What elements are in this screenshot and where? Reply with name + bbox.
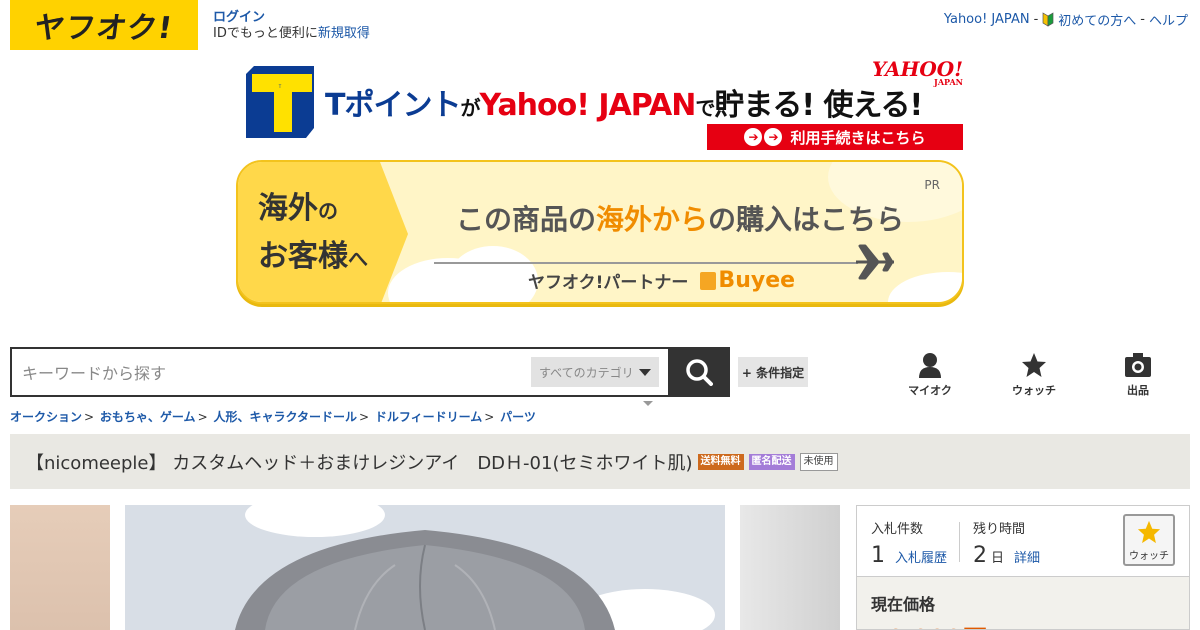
- overseas-main-pre: この商品の: [456, 203, 597, 236]
- partner-row: ヤフオク!パートナー Buyee: [528, 268, 795, 293]
- category-select-label: すべてのカテゴリ: [539, 365, 634, 380]
- item-title-bar: 【nicomeeple】 カスタムヘッド＋おまけレジンアイ DDＨ-01(セミホ…: [10, 434, 1190, 489]
- help-link[interactable]: ヘルプ: [1149, 10, 1188, 29]
- expand-arrow-icon[interactable]: [643, 401, 653, 406]
- bid-count-value: 1: [871, 543, 885, 568]
- overseas-main-highlight: 海外から: [596, 203, 709, 236]
- separator: -: [1033, 12, 1039, 27]
- overseas-main-post: の購入はこちら: [708, 203, 905, 236]
- user-icon: [919, 353, 941, 378]
- partner-label: ヤフオク!パートナー: [528, 273, 689, 293]
- airplane-icon: [856, 244, 894, 280]
- time-left-label: 残り時間: [973, 522, 1026, 537]
- overseas-left-line1: 海外: [258, 191, 318, 226]
- current-price-value: 10,000円: [871, 619, 988, 629]
- tpoint-register-button[interactable]: ➔ ➔ 利用手続きはこちら: [707, 124, 963, 150]
- free-shipping-badge: 送料無料: [697, 453, 744, 470]
- star-icon: [1137, 520, 1161, 544]
- search-input[interactable]: [22, 361, 522, 385]
- overseas-left-line2-small: へ: [348, 247, 368, 271]
- login-link[interactable]: ログイン: [213, 10, 265, 25]
- top-right-links: Yahoo! JAPAN - 初めての方へ - ヘルプ: [944, 10, 1188, 29]
- nav-watch-label: ウォッチ: [1012, 384, 1056, 397]
- nav-myauc[interactable]: マイオク: [900, 352, 960, 398]
- beginner-mark-icon: [1042, 12, 1054, 27]
- search-box: すべてのカテゴリ: [10, 347, 730, 397]
- nav-myauc-label: マイオク: [908, 384, 952, 397]
- login-sub-text: IDでもっと便利に: [213, 26, 318, 41]
- next-image-thumbnail[interactable]: [740, 505, 840, 630]
- watch-button-label: ウォッチ: [1129, 551, 1169, 562]
- breadcrumb-item[interactable]: ドルフィードリーム: [375, 410, 482, 424]
- current-price-label: 現在価格: [871, 595, 936, 614]
- yahoo-japan-link[interactable]: Yahoo! JAPAN: [944, 12, 1030, 27]
- overseas-left-line1-small: の: [318, 199, 338, 223]
- bid-count-label: 入札件数: [871, 522, 924, 537]
- camera-icon: [1125, 353, 1151, 377]
- time-left-unit: 日: [991, 551, 1005, 566]
- overseas-purchase-banner[interactable]: 海外の お客様へ この商品の海外からの購入はこちら PR ヤフオク!パートナー …: [236, 160, 964, 304]
- time-left-block: 残り時間 2日 詳細: [973, 518, 1040, 568]
- stat-divider: [959, 522, 960, 562]
- anonymous-shipping-badge: 匿名配送: [748, 453, 795, 470]
- nav-watch[interactable]: ウォッチ: [1004, 352, 1064, 398]
- overseas-main-text: この商品の海外からの購入はこちら: [456, 198, 904, 238]
- flight-path-line: [434, 262, 858, 264]
- register-link[interactable]: 新規取得: [318, 26, 370, 41]
- tpoint-card-icon: T: [246, 66, 314, 138]
- separator: -: [1140, 12, 1145, 27]
- breadcrumb-item[interactable]: パーツ: [500, 410, 536, 424]
- double-arrow-icon: ➔ ➔: [744, 128, 783, 146]
- category-select[interactable]: すべてのカテゴリ: [531, 357, 659, 387]
- main-product-image[interactable]: [125, 505, 725, 630]
- buyee-logo: Buyee: [718, 268, 796, 293]
- product-photo: [125, 505, 725, 630]
- pr-label: PR: [924, 178, 940, 192]
- star-icon: [1022, 353, 1046, 377]
- search-icon: [686, 359, 713, 386]
- arrow-right-icon: ➔: [764, 128, 783, 146]
- item-title: 【nicomeeple】 カスタムヘッド＋おまけレジンアイ DDＨ-01(セミホ…: [26, 452, 693, 474]
- price-area: 現在価格 10,000円: [857, 576, 1189, 629]
- arrow-right-icon: ➔: [744, 128, 763, 146]
- nav-sell[interactable]: 出品: [1108, 352, 1168, 398]
- nav-sell-label: 出品: [1127, 384, 1149, 397]
- dropdown-arrow-icon: [639, 369, 651, 376]
- bid-history-link[interactable]: 入札履歴: [895, 547, 947, 566]
- time-detail-link[interactable]: 詳細: [1014, 547, 1040, 566]
- yahoo-japan-logo: YAHOO! JAPAN: [872, 59, 963, 86]
- condition-button[interactable]: + 条件指定: [738, 357, 808, 387]
- tpoint-part2: が: [460, 96, 480, 120]
- tpoint-part3: Yahoo! JAPAN: [479, 88, 696, 123]
- login-block: ログイン IDでもっと便利に新規取得: [213, 10, 370, 42]
- time-left-value: 2: [973, 543, 987, 568]
- watch-button[interactable]: ウォッチ: [1123, 514, 1175, 566]
- bid-count-block: 入札件数 1 入札履歴: [871, 518, 947, 568]
- search-button[interactable]: [668, 347, 730, 397]
- tpoint-banner[interactable]: T TポイントがYahoo! JAPANで貯まる! 使える! YAHOO! JA…: [243, 59, 965, 152]
- tpoint-button-label: 利用手続きはこちら: [790, 128, 926, 147]
- bid-panel: 入札件数 1 入札履歴 残り時間 2日 詳細 ウォッチ 現在価格 10,000円: [856, 505, 1190, 630]
- overseas-left-line2: お客様: [258, 239, 348, 274]
- breadcrumb-item[interactable]: 人形、キャラクタードール: [213, 410, 357, 424]
- tpoint-part5: 貯まる! 使える!: [714, 88, 923, 123]
- tpoint-badge-letter: T: [278, 84, 282, 89]
- breadcrumb-item[interactable]: オークション: [10, 410, 82, 424]
- overseas-left-text: 海外の お客様へ: [258, 186, 368, 282]
- tpoint-part4: で: [695, 96, 715, 120]
- tpoint-part1: Tポイント: [325, 88, 461, 123]
- breadcrumb: オークション > おもちゃ、ゲーム > 人形、キャラクタードール > ドルフィードリー…: [10, 410, 536, 424]
- yahuoku-logo[interactable]: ヤフオク!: [10, 0, 198, 50]
- prev-image-thumbnail[interactable]: [10, 505, 110, 630]
- buyee-bag-icon: [700, 271, 717, 290]
- logo-text: ヤフオク!: [32, 11, 176, 46]
- tpoint-headline: TポイントがYahoo! JAPANで貯まる! 使える!: [325, 80, 923, 124]
- condition-badge: 未使用: [799, 452, 838, 471]
- beginner-link[interactable]: 初めての方へ: [1058, 10, 1136, 29]
- breadcrumb-item[interactable]: おもちゃ、ゲーム: [100, 410, 196, 424]
